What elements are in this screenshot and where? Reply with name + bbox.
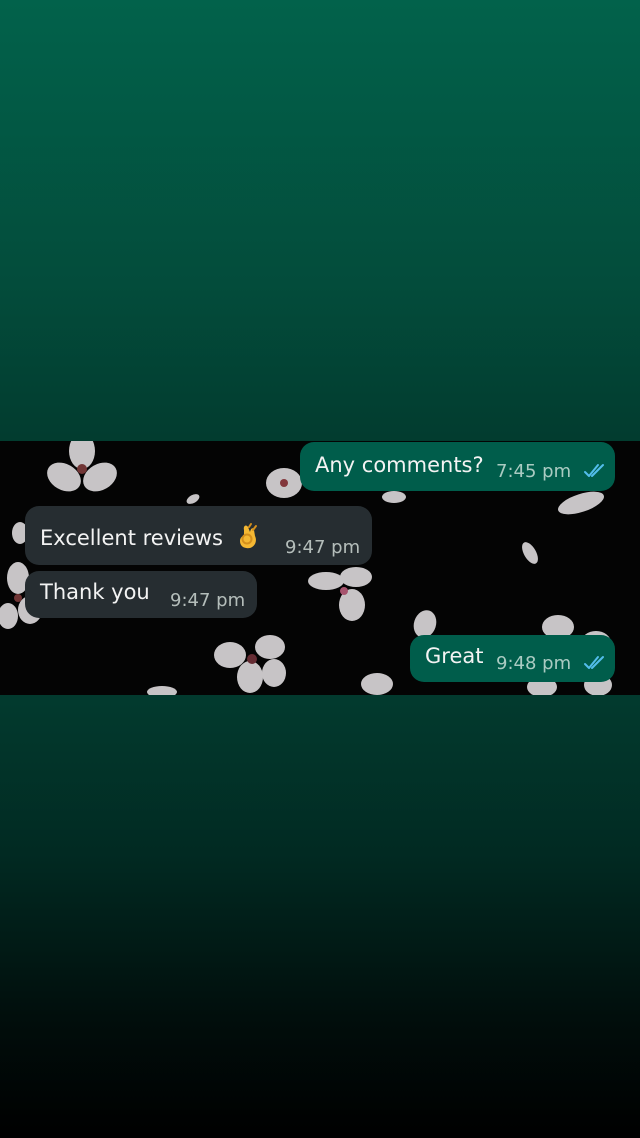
- message-time: 9:48 pm: [496, 655, 609, 673]
- message-bubble-outgoing[interactable]: Any comments? 7:45 pm: [300, 442, 615, 491]
- flower-4: [214, 635, 286, 693]
- message-bubble-incoming[interactable]: Thank you 9:47 pm: [25, 571, 257, 618]
- message-text: Any comments?: [315, 453, 484, 477]
- flower-2: [266, 468, 302, 498]
- message-text-content: Excellent reviews: [40, 526, 223, 550]
- message-text: Excellent reviews: [40, 522, 262, 550]
- message-timestamp: 7:45 pm: [496, 461, 572, 482]
- flower-5: [308, 567, 372, 621]
- message-timestamp: 9:48 pm: [496, 653, 572, 674]
- message-time: 7:45 pm: [496, 463, 609, 481]
- double-check-icon: [583, 656, 604, 669]
- message-bubble-outgoing[interactable]: Great 9:48 pm: [410, 635, 615, 682]
- message-timestamp: 9:47 pm: [170, 590, 246, 611]
- message-text: Thank you: [40, 580, 150, 604]
- ok-hand-emoji-icon: [239, 523, 257, 549]
- double-check-icon: [583, 464, 604, 477]
- message-timestamp: 9:47 pm: [285, 537, 361, 558]
- chat-screenshot: Any comments? 7:45 pm Excellent reviews …: [0, 441, 640, 695]
- flower-1: [47, 441, 117, 492]
- message-bubble-incoming[interactable]: Excellent reviews 9:47 pm: [25, 506, 372, 565]
- message-text: Great: [425, 644, 484, 668]
